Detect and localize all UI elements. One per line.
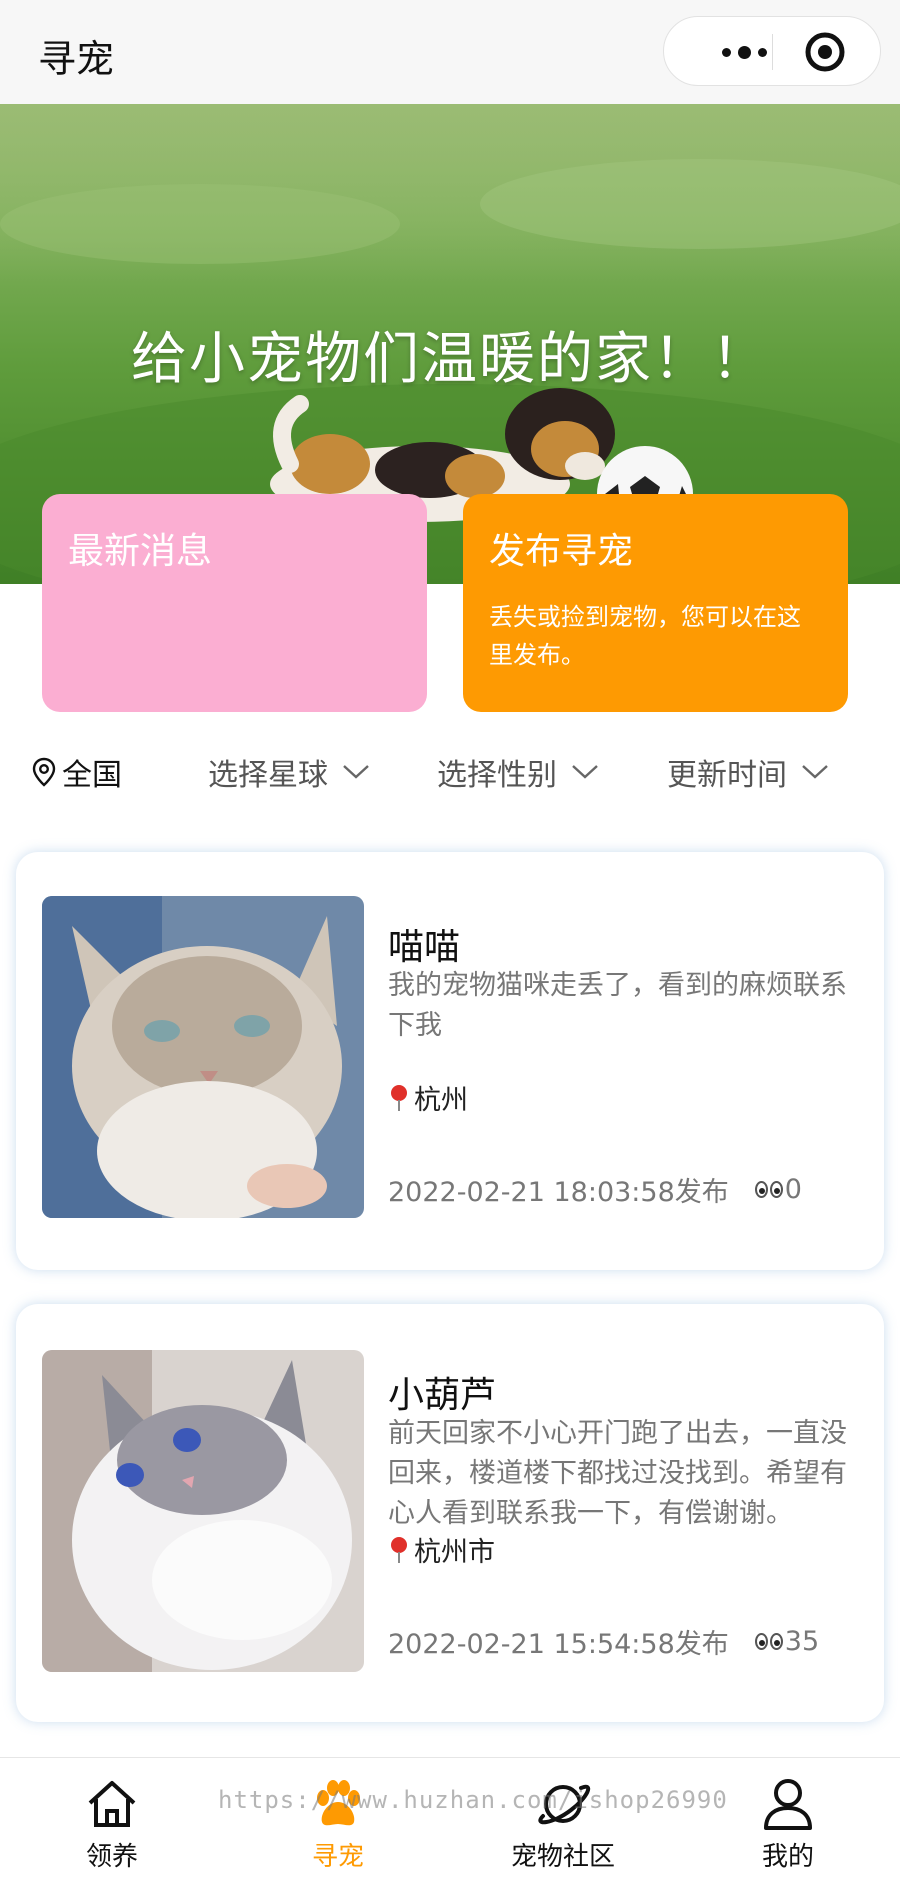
post-lost-pet-card[interactable]: 发布寻宠 丢失或捡到宠物，您可以在这里发布。 [463,494,848,712]
more-menu-button[interactable] [694,17,794,87]
red-pin-icon [391,1084,407,1111]
location-pin-icon [32,757,56,787]
tab-bar: 领养 寻宠 宠物社区 我的 [0,1757,900,1885]
eyes-icon [754,1633,783,1650]
location-filter[interactable]: 全国 [32,750,122,794]
nav-bar: 寻宠 [0,0,900,104]
post-lost-pet-desc: 丢失或捡到宠物，您可以在这里发布。 [489,603,801,669]
pet-photo [42,1350,364,1672]
pet-location-label: 杭州 [414,1085,468,1116]
pet-photo [42,896,364,1218]
pet-location: 杭州 [388,1078,468,1117]
pet-list-item[interactable]: 喵喵 我的宠物猫咪走丢了，看到的麻烦联系下我 杭州 2022-02-21 18:… [16,852,884,1270]
tab-profile[interactable]: 我的 [708,1776,868,1873]
view-count: 35 [754,1626,820,1657]
pet-name: 喵喵 [388,927,461,968]
publish-time: 2022-02-21 18:03:58发布 [388,1177,729,1208]
post-lost-pet-title: 发布寻宠 [489,531,634,572]
capsule-divider [772,34,773,70]
mini-program-capsule [663,16,881,86]
pet-meta: 2022-02-21 15:54:58发布 35 [388,1622,819,1661]
pet-description: 我的宠物猫咪走丢了，看到的麻烦联系下我 [388,970,847,1041]
location-label: 全国 [62,758,122,793]
banner-slogan: 给小宠物们温暖的家！！ [131,327,769,392]
planet-filter-dropdown[interactable]: 选择星球 [208,750,370,794]
planet-filter-label: 选择星球 [208,758,328,793]
pet-location-label: 杭州市 [414,1537,495,1568]
chevron-down-icon [343,765,369,779]
red-pin-icon [391,1536,407,1563]
view-count-value: 0 [784,1174,802,1205]
user-icon [764,1779,812,1830]
publish-time: 2022-02-21 15:54:58发布 [388,1629,729,1660]
cat-photo-image [42,1350,364,1672]
chevron-down-icon [572,765,598,779]
home-icon [88,1781,136,1827]
cat-photo-image [42,896,364,1218]
pet-meta: 2022-02-21 18:03:58发布 0 [388,1170,802,1209]
latest-news-title: 最新消息 [68,531,213,572]
watermark-text: https://www.huzhan.com/ishop26990 [218,1786,728,1814]
tab-adopt[interactable]: 领养 [32,1776,192,1873]
filter-bar: 全国 选择星球 选择性别 更新时间 [0,740,900,810]
update-time-filter-dropdown[interactable]: 更新时间 [667,750,829,794]
pet-name: 小葫芦 [388,1375,497,1416]
pet-description: 前天回家不小心开门跑了出去，一直没回来，楼道楼下都找过没找到。希望有心人看到联系… [388,1418,847,1529]
pet-location: 杭州市 [388,1530,495,1569]
pet-list-item[interactable]: 小葫芦 前天回家不小心开门跑了出去，一直没回来，楼道楼下都找过没找到。希望有心人… [16,1304,884,1722]
gender-filter-label: 选择性别 [437,758,557,793]
tab-profile-label: 我的 [761,1842,814,1872]
latest-news-card[interactable]: 最新消息 [42,494,427,712]
chevron-down-icon [802,765,828,779]
tab-community-label: 宠物社区 [510,1842,615,1872]
tab-adopt-label: 领养 [85,1842,138,1872]
gender-filter-dropdown[interactable]: 选择性别 [437,750,599,794]
view-count-value: 35 [784,1626,820,1657]
update-time-filter-label: 更新时间 [667,758,787,793]
page-title: 寻宠 [38,37,115,81]
eyes-icon [754,1181,783,1198]
close-target-icon[interactable] [804,31,846,73]
view-count: 0 [754,1174,802,1205]
tab-find-pet-label: 寻宠 [311,1842,364,1872]
